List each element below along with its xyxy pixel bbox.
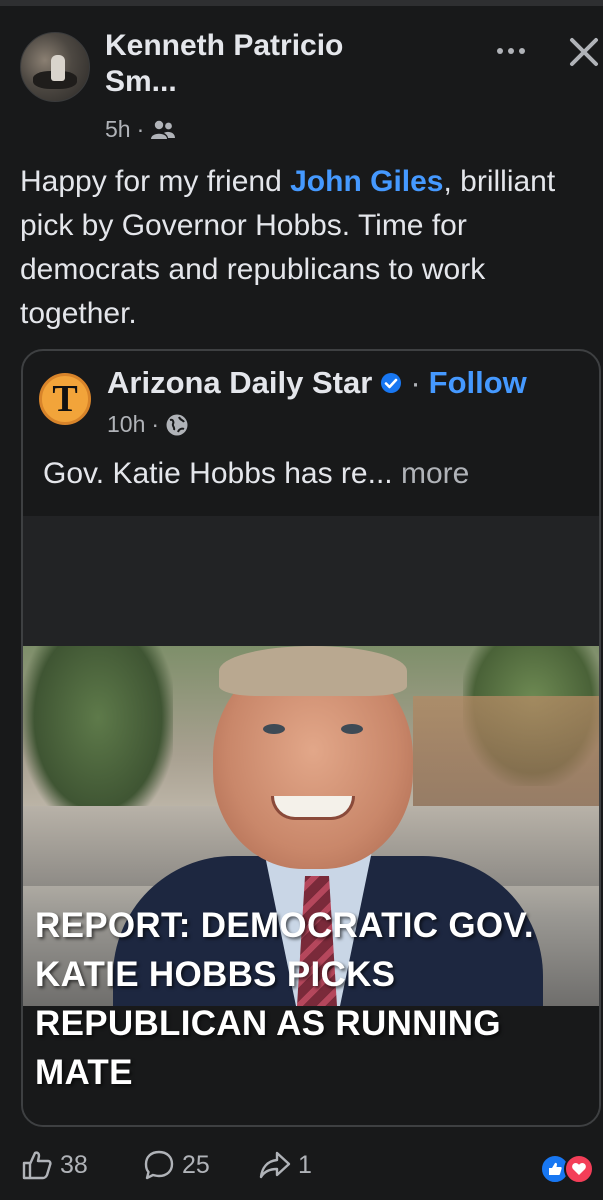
post-text: Happy for my friend John Giles, brillian…: [20, 160, 600, 336]
media-letterbox-top: [23, 516, 599, 646]
comment-icon: [144, 1150, 174, 1180]
share-count: 1: [298, 1150, 312, 1179]
post-header: Kenneth Patricio Sm... 5h ·: [0, 20, 603, 150]
thumbs-up-icon: [22, 1151, 52, 1180]
dot-icon: [519, 48, 525, 54]
post-actions-bar: 38 25 1: [0, 1140, 603, 1196]
reaction-summary[interactable]: [540, 1154, 603, 1184]
like-button[interactable]: 38: [20, 1148, 88, 1182]
portrait-smile: [271, 796, 355, 820]
like-count: 38: [60, 1150, 88, 1179]
post-text-start: Happy for my friend: [20, 165, 291, 198]
portrait-hair: [219, 646, 407, 696]
shared-meta: 10h ·: [107, 411, 189, 438]
see-more-link[interactable]: more: [401, 457, 469, 490]
shared-time[interactable]: 10h: [107, 411, 145, 438]
love-reaction-icon: [564, 1154, 594, 1184]
dot-icon: [497, 48, 503, 54]
dot-icon: [508, 48, 514, 54]
follow-button[interactable]: Follow: [429, 365, 527, 401]
comment-count: 25: [182, 1150, 210, 1179]
shared-page-header: Arizona Daily Star · Follow: [107, 365, 527, 401]
shared-preview: Gov. Katie Hobbs has re... more: [43, 457, 469, 491]
globe-icon: [166, 414, 188, 435]
post-time[interactable]: 5h: [105, 116, 131, 143]
meta-separator: ·: [151, 411, 160, 437]
share-button[interactable]: 1: [258, 1148, 312, 1182]
avatar-figure: [51, 55, 65, 81]
portrait-eye: [341, 724, 363, 734]
shared-post-card[interactable]: T Arizona Daily Star · Follow 10h · Gov.…: [21, 349, 601, 1127]
friends-icon: [151, 120, 176, 139]
post-meta: 5h ·: [105, 116, 176, 143]
meta-separator: ·: [136, 116, 145, 142]
background-building: [413, 696, 599, 806]
page-logo[interactable]: T: [39, 373, 91, 425]
follow-separator: ·: [410, 365, 421, 400]
author-name[interactable]: Kenneth Patricio Sm...: [105, 28, 405, 100]
share-icon: [259, 1151, 291, 1179]
comment-button[interactable]: 25: [142, 1148, 210, 1182]
background-tree: [23, 646, 173, 826]
article-headline: REPORT: DEMOCRATIC GOV. KATIE HOBBS PICK…: [35, 906, 534, 1092]
portrait-eye: [263, 724, 285, 734]
author-avatar[interactable]: [20, 32, 90, 102]
page-logo-letter: T: [52, 378, 78, 420]
more-options-button[interactable]: [488, 34, 534, 68]
mention-link[interactable]: John Giles: [290, 165, 443, 198]
close-icon[interactable]: [564, 32, 603, 72]
top-divider: [0, 0, 603, 6]
page-name[interactable]: Arizona Daily Star: [107, 365, 372, 401]
shared-preview-text: Gov. Katie Hobbs has re...: [43, 457, 393, 490]
verified-badge-icon: [381, 373, 402, 393]
